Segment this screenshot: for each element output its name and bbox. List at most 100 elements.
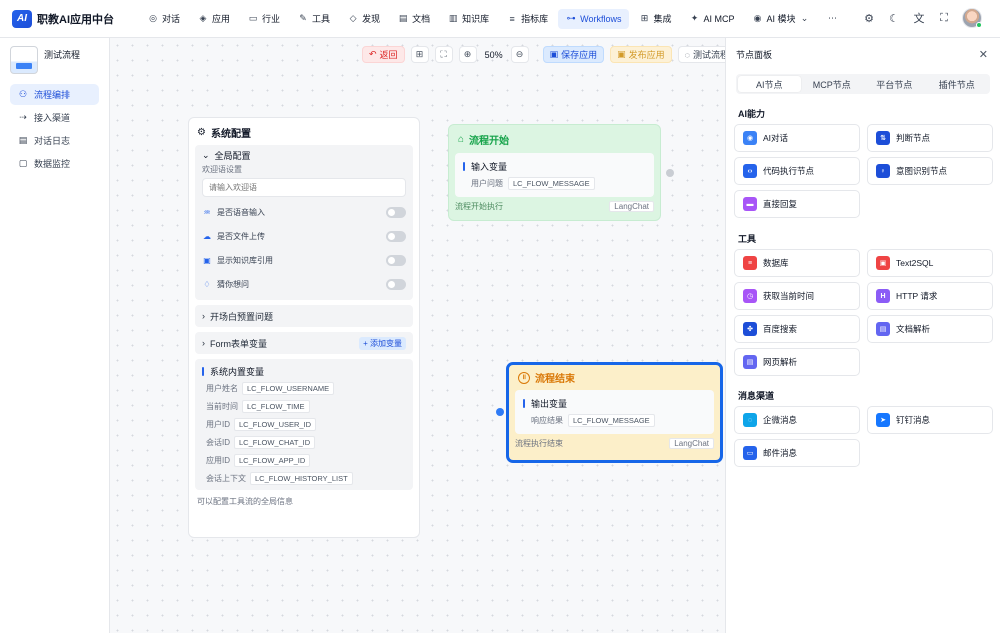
tab-node-type-4[interactable]: 插件节点 (926, 76, 989, 92)
grid-icon: ⊞ (415, 49, 424, 59)
nav-item-label: AI 模块 (766, 14, 796, 24)
nav-item-module[interactable]: ◉ AI 模块 ⌄ (745, 7, 818, 30)
setting-toggle-row: ♢ 猜你想问 (202, 272, 406, 296)
nav-more-button[interactable]: ⋯ (820, 9, 846, 29)
node-item[interactable]: ✤ 百度搜索 (734, 315, 860, 343)
app-icon: ◈ (199, 13, 207, 23)
brand[interactable]: AI 职教AI应用中台 (0, 9, 140, 28)
nav-item-industry[interactable]: ▭ 行业 (240, 7, 288, 30)
toggle-switch[interactable] (386, 254, 406, 266)
builtin-var-row: 用户ID LC_FLOW_USER_ID (202, 415, 406, 433)
nav-item-app[interactable]: ◈ 应用 (190, 7, 238, 30)
nav-item-chat[interactable]: ◎ 对话 (140, 7, 188, 30)
sidebar-item-4[interactable]: ▢ 数据监控 (10, 153, 99, 174)
flow-card: 测试流程 (0, 38, 109, 82)
output-var-row: 响应结果 LC_FLOW_MESSAGE (523, 414, 706, 427)
save-app-button[interactable]: ▣ 保存应用 (542, 46, 605, 63)
nav-item-doc[interactable]: ▤ 文档 (390, 7, 438, 30)
toggle-switch[interactable] (386, 206, 406, 218)
setting-label: 是否文件上传 (217, 231, 265, 241)
layout-grid-button[interactable]: ⊞ (410, 46, 429, 63)
node-type-icon: ▬ (743, 197, 757, 211)
nav-item-workflow[interactable]: ⊶ Workflows (558, 8, 630, 29)
workflow-icon: ⊶ (566, 13, 576, 23)
var-label: 会话ID (206, 437, 230, 447)
node-item-label: HTTP 请求 (896, 291, 938, 301)
fullscreen-icon[interactable]: ⛶ (937, 11, 951, 25)
builtin-var-row: 应用ID LC_FLOW_APP_ID (202, 451, 406, 469)
publish-app-button[interactable]: ▣ 发布应用 (610, 46, 672, 63)
node-item-label: 代码执行节点 (763, 166, 815, 176)
end-node-header: ॥ 流程结束 (509, 365, 720, 390)
setting-label: 显示知识库引用 (217, 255, 273, 265)
chevron-right-icon: › (202, 311, 205, 321)
close-icon[interactable]: ✕ (979, 48, 988, 61)
node-type-icon: ◉ (743, 131, 757, 145)
nav-item-discover[interactable]: ◇ 发现 (340, 7, 388, 30)
node-item[interactable]: ♀ 意图识别节点 (867, 157, 993, 185)
toggle-switch[interactable] (386, 230, 406, 242)
add-variable-button[interactable]: + 添加变量 (359, 336, 406, 350)
node-item-label: 百度搜索 (763, 324, 798, 334)
nav-item-integration[interactable]: ⊞ 集成 (631, 7, 679, 30)
end-node-input-port[interactable] (496, 408, 504, 416)
node-item-label: 网页解析 (763, 357, 798, 367)
back-button[interactable]: ↶ 返回 (362, 46, 405, 63)
node-item[interactable]: ▤ 网页解析 (734, 348, 860, 376)
nav-item-knowledge[interactable]: ▥ 知识库 (440, 7, 497, 30)
sidebar-item-1[interactable]: ⚇ 流程编排 (10, 84, 99, 105)
sidebar-item-label: 流程编排 (34, 90, 71, 100)
fit-view-button[interactable]: ⛶ (434, 46, 453, 63)
node-item[interactable]: ▭ 邮件消息 (734, 439, 860, 467)
user-avatar[interactable] (962, 8, 982, 28)
nav-item-metric[interactable]: ≡ 指标库 (499, 7, 556, 30)
translate-icon[interactable]: 文 (912, 11, 926, 25)
node-item[interactable]: ‹› 代码执行节点 (734, 157, 860, 185)
dark-mode-moon-icon[interactable]: ☾ (887, 11, 901, 25)
end-node-footer: 流程执行结束 LangChat (509, 434, 720, 452)
form-vars-section[interactable]: › Form表单变量 + 添加变量 (195, 332, 413, 354)
builtin-vars-section: 系统内置变量 用户姓名 LC_FLOW_USERNAME 当前时间 LC_FLOW_T… (195, 359, 413, 490)
node-type-icon: ♀ (876, 164, 890, 178)
setting-icon: ☁ (203, 231, 211, 241)
node-item[interactable]: ▣ Text2SQL (867, 249, 993, 277)
tab-node-type-3[interactable]: 平台节点 (863, 76, 926, 92)
var-tag: LC_FLOW_APP_ID (234, 453, 311, 467)
node-item[interactable]: ◌ 企微消息 (734, 406, 860, 434)
toggle-switch[interactable] (386, 278, 406, 290)
end-node[interactable]: ॥ 流程结束 输出变量 响应结果 LC_FLOW_MESSAGE 流程执行结束 Lan… (506, 362, 723, 463)
start-node-output-port[interactable] (666, 169, 674, 177)
node-item[interactable]: ◷ 获取当前时间 (734, 282, 860, 310)
workflow-canvas[interactable]: ↶ 返回 ⊞ ⛶ ⊕ 50% ⊖ ▣ 保存应用 ▣ 发布应用 ◌ 测试流程 ⚙ 系统配置 … (110, 38, 725, 633)
node-item[interactable]: ≡ 数据库 (734, 249, 860, 277)
settings-gear-icon[interactable]: ⚙ (862, 11, 876, 25)
metric-icon: ≡ (509, 13, 515, 24)
zoom-out-button[interactable]: ⊖ (510, 46, 529, 63)
node-panel-title: 节点面板 (736, 49, 773, 60)
node-item[interactable]: ◉ AI对话 (734, 124, 860, 152)
sidebar-item-2[interactable]: ⇢ 接入渠道 (10, 107, 99, 128)
nav-item-mcp[interactable]: ✦ AI MCP (681, 9, 742, 29)
chevron-down-icon: ⌄ (202, 150, 210, 160)
nav-item-tool[interactable]: ✎ 工具 (290, 7, 338, 30)
node-item[interactable]: ➤ 钉钉消息 (867, 406, 993, 434)
nav-item-label: 文档 (412, 14, 431, 24)
node-item[interactable]: ▤ 文档解析 (867, 315, 993, 343)
node-item[interactable]: ▬ 直接回复 (734, 190, 860, 218)
var-tag: LC_FLOW_HISTORY_LIST (250, 471, 353, 485)
node-type-icon: ▤ (743, 355, 757, 369)
more-icon: ⋯ (828, 13, 838, 23)
start-node[interactable]: ⌂ 流程开始 输入变量 用户问题 LC_FLOW_MESSAGE 流程开始执行 Lan… (448, 124, 661, 221)
global-config-toggle[interactable]: ⌄ 全局配置 (202, 149, 406, 162)
node-item[interactable]: ⇅ 判断节点 (867, 124, 993, 152)
test-flow-button[interactable]: ◌ 测试流程 (677, 46, 725, 63)
sidebar-item-3[interactable]: ▤ 对话日志 (10, 130, 99, 151)
setting-icon: ♒ (203, 207, 211, 217)
tab-node-type-2[interactable]: MCP节点 (801, 76, 864, 92)
node-item[interactable]: H HTTP 请求 (867, 282, 993, 310)
sidebar-item-icon: ⇢ (19, 112, 27, 122)
welcome-input[interactable] (202, 178, 406, 197)
zoom-in-button[interactable]: ⊕ (458, 46, 477, 63)
tab-node-type-1[interactable]: AI节点 (738, 76, 801, 92)
opener-questions-section[interactable]: › 开场白预置问题 (195, 305, 413, 327)
